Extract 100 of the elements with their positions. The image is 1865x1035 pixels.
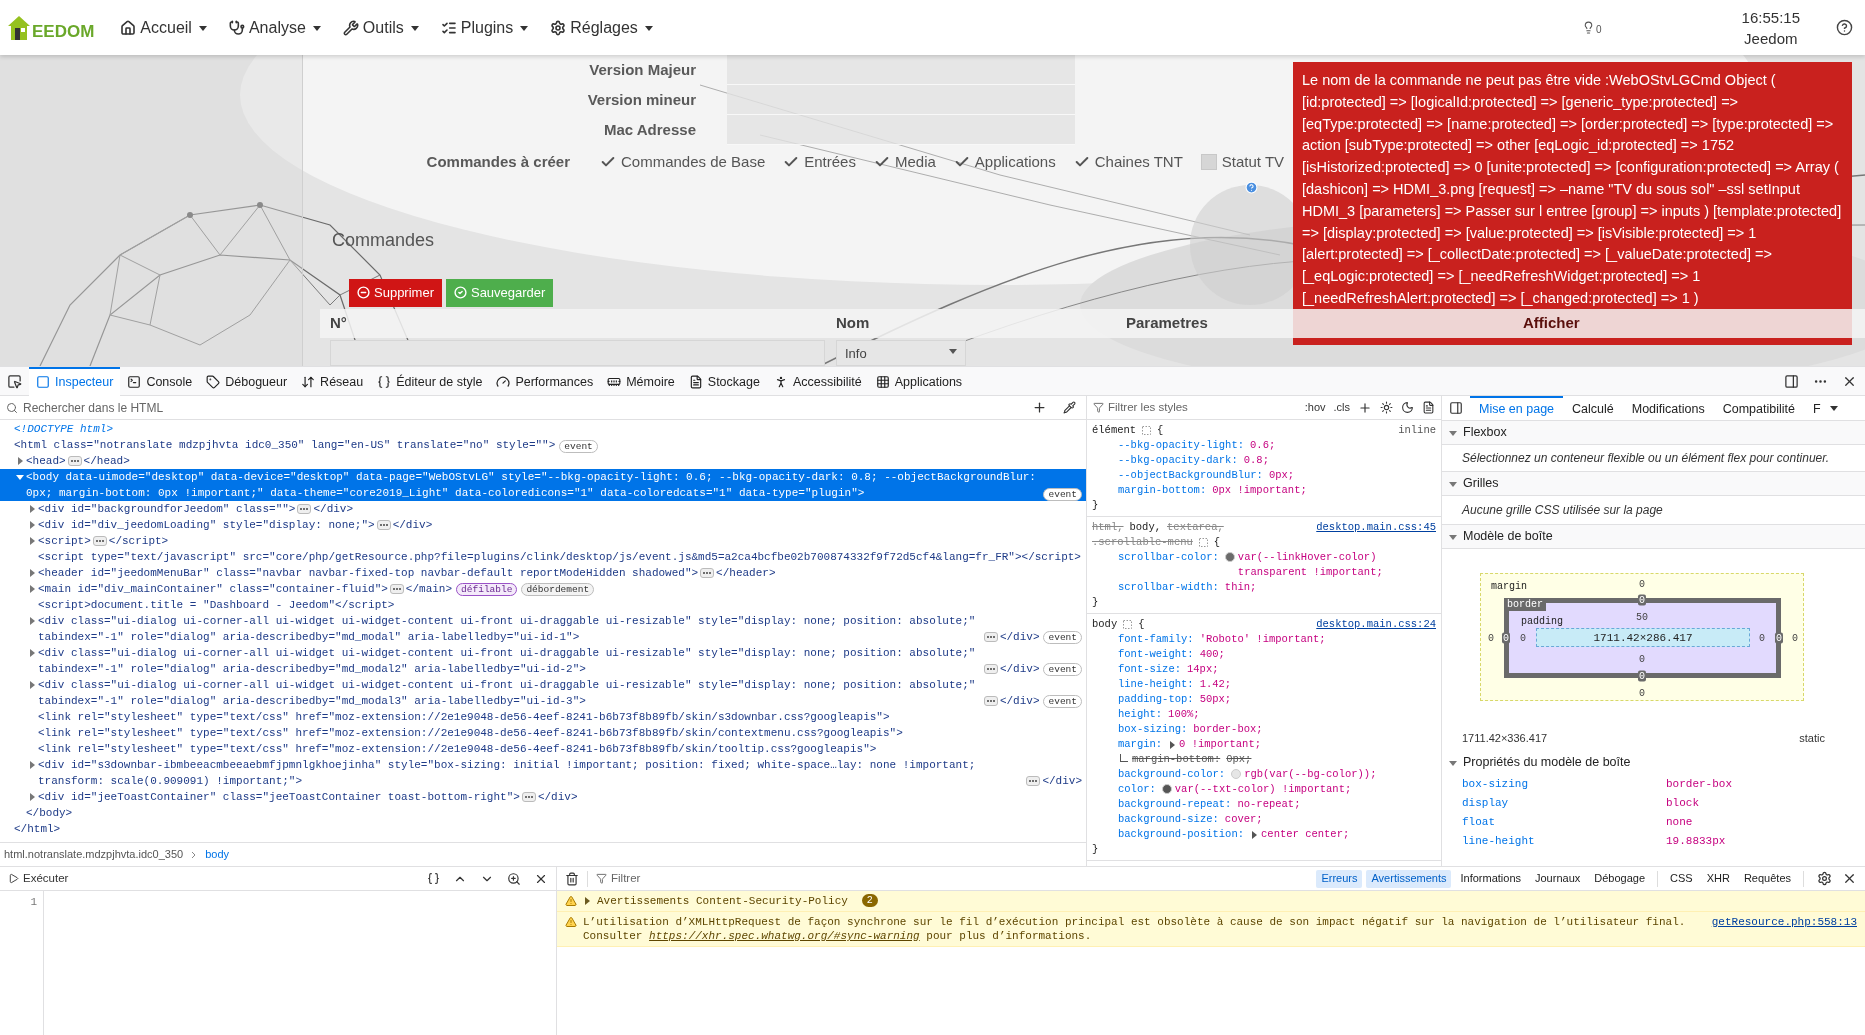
devtools-tab[interactable]: Éditeur de style [370,366,490,396]
help-icon[interactable] [1836,19,1853,36]
add-node-icon[interactable] [1032,400,1047,415]
section-header[interactable]: Grilles [1442,472,1865,496]
css-property[interactable]: color: [1118,782,1156,797]
css-property[interactable]: font-family: [1118,632,1194,647]
margin-value[interactable]: 0 [1792,630,1798,646]
css-property[interactable]: background-repeat: [1118,797,1232,812]
type-select[interactable]: Info [836,340,966,366]
collapsed-arrow-icon[interactable] [28,793,36,801]
print-icon[interactable] [1422,401,1435,414]
sidebar-tab[interactable]: Modifications [1622,396,1714,421]
css-value[interactable]: 400; [1199,647,1225,662]
devtools-tab[interactable]: Débogueur [199,366,295,396]
dark-mode-icon[interactable] [1401,401,1414,414]
light-mode-icon[interactable] [1380,401,1393,414]
css-value[interactable]: 1.42; [1199,677,1232,692]
box-property-value[interactable]: 19.8833px [1666,832,1726,850]
expand-arrow-icon[interactable] [1250,831,1259,839]
border-value[interactable]: 0 [1502,632,1510,644]
caret-icon[interactable] [949,347,957,355]
css-property[interactable]: line-height: [1118,677,1194,692]
devtools-tab[interactable]: Mémoire [600,366,682,396]
devtools-tab[interactable]: Console [120,366,200,396]
collapsed-arrow-icon[interactable] [28,505,36,513]
dock-icon[interactable] [1784,373,1799,389]
log-filter-button[interactable]: XHR [1701,869,1735,888]
nav-menu-button[interactable]: Outils [336,9,425,46]
tree-row[interactable]: <header id="jeedomMenuBar" class="navbar navbar-fixed-top navbar-default reportModeHidden shadowed"> </header> [0,565,1086,581]
color-swatch[interactable] [1161,784,1172,794]
caret-icon[interactable] [1829,404,1838,412]
tree-row[interactable]: <html class="notranslate mdzpjhvta idc0_350" lang="en-US" translate="no" style=""> event [0,437,1086,453]
nav-menu-button[interactable]: Réglages [544,9,659,46]
trash-icon[interactable] [565,871,579,886]
expand-content-button[interactable] [376,520,391,530]
css-value[interactable]: 14px; [1187,662,1219,677]
warning-group-title[interactable]: Avertissements Content-Security-Policy [597,894,848,908]
expand-content-button[interactable] [92,536,107,546]
pretty-print-icon[interactable] [427,872,440,885]
caret-icon[interactable] [644,23,653,32]
tree-row[interactable]: <main id="div_mainContainer" class="container-fluid"> </main> défilable débordement [0,581,1086,597]
css-property[interactable]: scrollbar-color: [1118,550,1219,580]
log-filter-button[interactable]: Journaux [1530,869,1586,888]
sidebar-tab[interactable]: Compatibilité [1713,396,1804,421]
css-property[interactable]: font-size: [1118,662,1181,677]
tree-row[interactable]: <div id="s3downbar-ibmbeeacmbeeaebmfjpmnlgkhoejinha" style="box-sizing: initial !important; position: fixed; white-space…lay: none !important; transform: scale(0.909091) !important;"> </div> [0,757,1086,789]
section-arrow-icon[interactable] [1449,758,1457,767]
collapsed-arrow-icon[interactable] [28,681,36,689]
expand-content-button[interactable] [700,568,715,578]
source-link[interactable]: getResource.php:558:13 [1711,915,1857,929]
expand-content-button[interactable] [67,456,82,466]
node-badge[interactable]: event [559,440,598,453]
expand-content-button[interactable] [389,584,404,594]
css-property[interactable]: margin: [1118,737,1163,752]
element-picker-icon[interactable] [7,373,22,389]
log-filter-button[interactable]: Erreurs [1316,869,1363,888]
caret-icon[interactable] [198,23,207,32]
breadcrumb-item[interactable]: body [205,846,230,863]
node-badge[interactable]: event [1043,662,1082,676]
section-arrow-icon[interactable] [1449,532,1457,541]
expand-content-button[interactable] [521,792,536,802]
css-property[interactable]: height: [1118,707,1163,722]
section-arrow-icon[interactable] [1449,479,1457,488]
sidebar-tab[interactable]: Calculé [1563,396,1623,421]
expand-content-button[interactable] [983,664,998,674]
css-value[interactable]: 0px; [1268,468,1295,483]
stylesheet-source[interactable]: desktop.main.css:24 [1316,617,1436,632]
css-property[interactable]: background-position: [1118,827,1245,842]
search-icon[interactable] [507,871,521,886]
css-property[interactable]: box-sizing: [1118,722,1188,737]
devtools-tab[interactable]: Applications [868,366,970,396]
css-value[interactable]: no-repeat; [1237,797,1301,812]
add-rule-icon[interactable] [1358,400,1372,415]
expand-content-button[interactable] [983,696,998,706]
pseudo-toggle-button[interactable]: :hov [1304,399,1326,416]
search-field[interactable]: Rechercher dans le HTML [23,398,1032,417]
action-button[interactable]: Supprimer [349,278,442,307]
padding-value[interactable]: 0 [1639,651,1645,667]
css-value[interactable]: 100%; [1168,707,1200,722]
grid-icon[interactable] [1198,538,1208,547]
collapsed-arrow-icon[interactable] [28,569,36,577]
section-header[interactable]: Modèle de boîte [1442,525,1865,549]
input-field[interactable] [330,340,825,366]
pseudo-toggle-button[interactable]: .cls [1333,399,1350,416]
css-value[interactable]: 0.6; [1250,438,1276,453]
tree-row[interactable]: <script> </script> [0,533,1086,549]
expanded-arrow-icon[interactable] [16,473,24,481]
devtools-tab[interactable]: Stockage [681,366,767,396]
node-badge[interactable]: débordement [521,582,595,596]
css-value[interactable]: center center; [1261,827,1350,842]
css-value[interactable]: 0px !important; [1212,483,1307,498]
caret-icon[interactable] [520,23,529,32]
section-header[interactable]: Propriétés du modèle de boîte [1442,750,1865,775]
css-value[interactable]: rgb(var(--bg-color)); [1244,767,1377,782]
nav-menu-button[interactable]: Plugins [434,9,535,46]
css-value[interactable]: 0.8; [1243,453,1269,468]
log-filter-button[interactable]: Informations [1455,869,1526,888]
log-filter-button[interactable]: CSS [1665,869,1698,888]
css-property[interactable]: margin-bottom: [1118,483,1207,498]
user-name[interactable]: Jeedom [1744,27,1798,49]
